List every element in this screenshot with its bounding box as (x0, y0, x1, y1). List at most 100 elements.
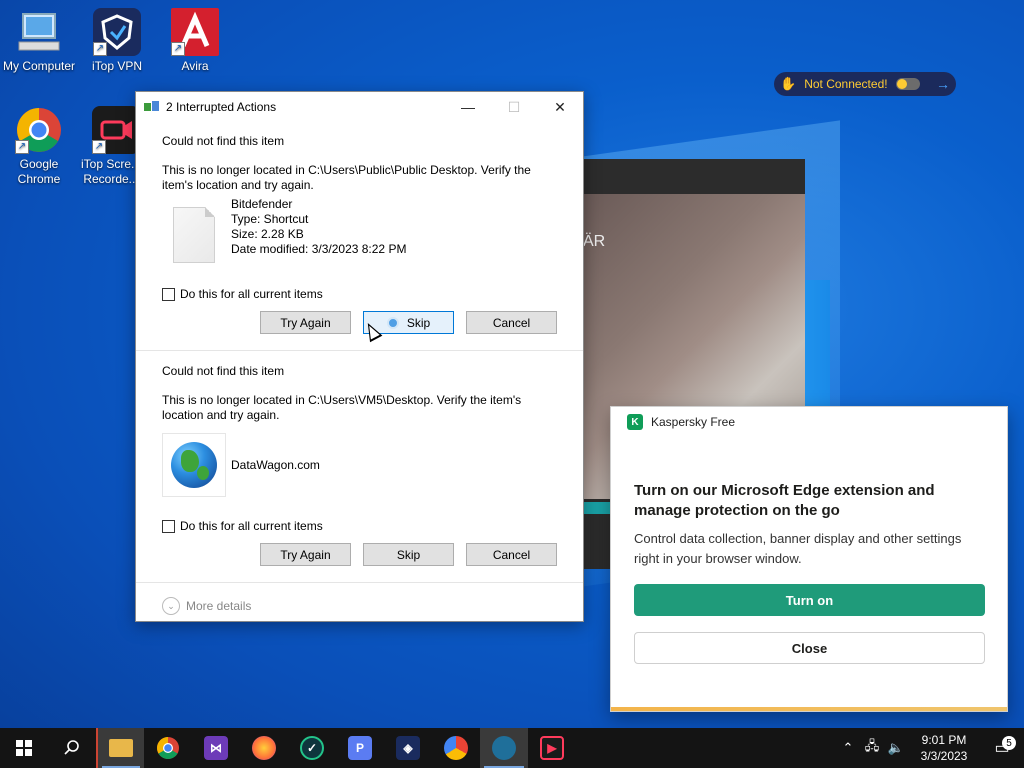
volume-icon[interactable]: 🔈 (884, 740, 908, 756)
close-button[interactable]: ✕ (537, 92, 583, 122)
dialog-title: 2 Interrupted Actions (166, 100, 277, 114)
file-details: Bitdefender Type: Shortcut Size: 2.28 KB… (231, 197, 406, 257)
start-button[interactable] (0, 728, 48, 768)
checkbox-label: Do this for all current items (180, 519, 323, 533)
section-divider (136, 350, 583, 351)
item-description: This is no longer located in C:\Users\Pu… (162, 163, 531, 192)
item-description: This is no longer located in C:\Users\VM… (162, 393, 522, 422)
file-thumbnail (162, 203, 226, 267)
globe-icon (171, 442, 217, 488)
maximize-button: ☐ (507, 98, 521, 115)
kaspersky-logo-icon: K (627, 414, 643, 430)
clock[interactable]: 9:01 PM 3/3/2023 (908, 732, 980, 764)
shield-check-icon: ✓ (300, 736, 324, 760)
interrupted-item-1: Could not find this item This is no long… (136, 134, 583, 334)
taskbar-secure-browser[interactable] (432, 728, 480, 768)
desktop-icon-label: Google Chrome (17, 157, 61, 186)
browser-shield-icon (444, 736, 468, 760)
taskbar-itop-recorder[interactable]: ▶ (528, 728, 576, 768)
itop-vpn-icon: ↗ (93, 8, 141, 56)
chrome-icon: ↗ (15, 106, 63, 154)
try-again-button[interactable]: Try Again (260, 543, 351, 566)
taskbar: ⋈ ✓ P ◈ ▶ ⌃ 🖧 🔈 9:01 PM 3/3/2023 ▭ 5 (0, 728, 1024, 768)
notification-accent-bar (611, 707, 1007, 711)
kaspersky-title: Turn on our Microsoft Edge extension and… (634, 482, 935, 519)
turn-on-button[interactable]: Turn on (634, 584, 985, 616)
vpn-status-label: Not Connected! (804, 77, 888, 91)
do-for-all-checkbox-row[interactable]: Do this for all current items (162, 287, 557, 301)
dialog-titlebar[interactable]: 2 Interrupted Actions — ☐ ✕ (136, 92, 583, 122)
interrupted-actions-dialog: 2 Interrupted Actions — ☐ ✕ Could not fi… (135, 91, 584, 622)
do-for-all-checkbox[interactable] (162, 287, 175, 301)
shortcut-arrow-icon: ↗ (92, 140, 106, 154)
shortcut-file-icon (173, 207, 215, 263)
desktop-icon-label: iTop VPN (91, 59, 143, 73)
file-size: Size: 2.28 KB (231, 227, 304, 241)
checkbox-label: Do this for all current items (180, 287, 323, 301)
section-divider (136, 582, 583, 583)
skip-button[interactable]: Skip (363, 543, 454, 566)
app-circle-icon (492, 736, 516, 760)
taskbar-itop-vpn[interactable]: ◈ (384, 728, 432, 768)
search-button[interactable] (48, 728, 96, 768)
more-details-label: More details (186, 599, 252, 613)
action-center-button[interactable]: ▭ 5 (980, 736, 1024, 758)
minimize-button[interactable]: — (445, 92, 491, 122)
more-details-toggle[interactable]: ⌄ More details (136, 597, 583, 615)
kaspersky-body: Control data collection, banner display … (634, 531, 962, 566)
file-thumbnail (162, 433, 226, 497)
clock-time: 9:01 PM (921, 733, 967, 747)
shortcut-arrow-icon: ↗ (15, 140, 29, 154)
desktop-icon-google-chrome[interactable]: ↗ Google Chrome (0, 106, 78, 187)
vpn-toggle[interactable] (895, 78, 920, 90)
do-for-all-checkbox[interactable] (162, 519, 175, 533)
file-transfer-icon (144, 101, 160, 113)
chevron-down-icon: ⌄ (162, 597, 180, 615)
vpn-status-widget[interactable]: ✋ Not Connected! → (774, 72, 956, 96)
visual-studio-icon: ⋈ (204, 736, 228, 760)
network-icon[interactable]: 🖧 (860, 737, 884, 759)
p-app-icon: P (348, 736, 372, 760)
kaspersky-notification: K Kaspersky Free Turn on our Microsoft E… (610, 406, 1008, 712)
avira-icon: ↗ (171, 8, 219, 56)
desktop-icon-label: Avira (181, 59, 209, 73)
taskbar-p-app[interactable]: P (336, 728, 384, 768)
file-name: Bitdefender (231, 197, 293, 211)
cancel-button[interactable]: Cancel (466, 311, 557, 334)
taskbar-visual-studio[interactable]: ⋈ (192, 728, 240, 768)
busy-spinner-icon (386, 316, 399, 329)
arrow-right-icon[interactable]: → (936, 76, 950, 92)
taskbar-chrome[interactable] (144, 728, 192, 768)
kaspersky-app-name: Kaspersky Free (651, 415, 736, 429)
close-notification-button[interactable]: Close (634, 632, 985, 664)
desktop-icon-my-computer[interactable]: My Computer (0, 8, 78, 74)
taskbar-dashlane[interactable]: ✓ (288, 728, 336, 768)
chevron-up-icon[interactable]: ⌃ (836, 740, 860, 756)
system-tray: ⌃ 🖧 🔈 9:01 PM 3/3/2023 ▭ 5 (836, 728, 1024, 768)
item-heading: Could not find this item (162, 134, 285, 148)
shortcut-arrow-icon: ↗ (93, 42, 107, 56)
itop-recorder-icon: ↗ (92, 106, 140, 154)
firefox-icon (252, 736, 276, 760)
try-again-button[interactable]: Try Again (260, 311, 351, 334)
vpn-hand-icon: ✋ (780, 76, 797, 91)
interrupted-item-2: Could not find this item This is no long… (136, 364, 583, 566)
chrome-icon (157, 737, 179, 759)
taskbar-firefox[interactable] (240, 728, 288, 768)
desktop-icon-itop-vpn[interactable]: ↗ iTop VPN (78, 8, 156, 74)
screen-recorder-icon: ▶ (540, 736, 564, 760)
item-heading: Could not find this item (162, 364, 285, 378)
taskbar-app-active[interactable] (480, 728, 528, 768)
file-date-modified: Date modified: 3/3/2023 8:22 PM (231, 242, 407, 256)
cancel-button[interactable]: Cancel (466, 543, 557, 566)
computer-icon (15, 8, 63, 56)
file-type: Type: Shortcut (231, 212, 309, 226)
desktop-icon-label: My Computer (2, 59, 76, 73)
file-name: DataWagon.com (231, 457, 320, 472)
shortcut-arrow-icon: ↗ (171, 42, 185, 56)
taskbar-file-explorer[interactable] (96, 728, 144, 768)
background-partial-text: ÄR (583, 233, 606, 250)
search-icon (64, 740, 79, 755)
desktop-icon-avira[interactable]: ↗ Avira (156, 8, 234, 74)
do-for-all-checkbox-row[interactable]: Do this for all current items (162, 519, 557, 533)
